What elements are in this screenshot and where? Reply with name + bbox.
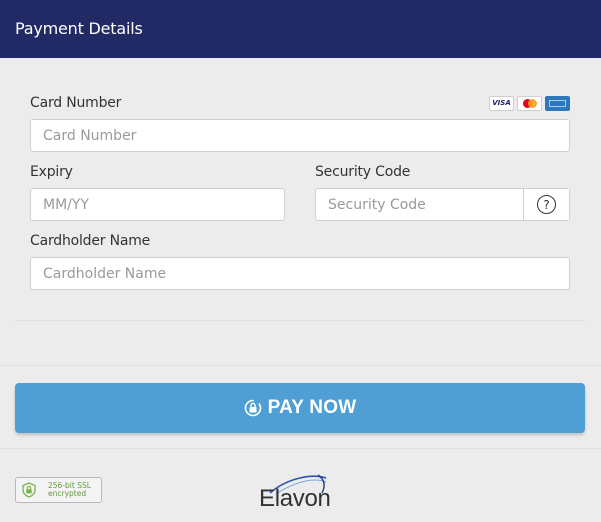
amex-inner-frame	[549, 100, 566, 107]
ssl-badge-text: 256-bit SSL encrypted	[48, 481, 91, 498]
expiry-label: Expiry	[30, 164, 73, 180]
footer: 256-bit SSL encrypted Elavon	[0, 448, 601, 522]
pay-now-label: PAY NOW	[267, 397, 357, 418]
payment-header: Payment Details	[0, 0, 601, 58]
security-code-group: ?	[315, 188, 570, 221]
cardholder-name-input[interactable]	[30, 257, 570, 290]
security-code-label: Security Code	[315, 164, 411, 180]
elavon-logo: Elavon	[256, 473, 346, 513]
pay-now-button[interactable]: PAY NOW	[15, 383, 585, 433]
ssl-badge: 256-bit SSL encrypted	[15, 477, 102, 503]
card-number-input[interactable]	[30, 119, 570, 152]
security-code-input[interactable]	[316, 189, 524, 220]
elavon-brand-text: Elavon	[259, 485, 331, 512]
expiry-input[interactable]	[30, 188, 285, 221]
mastercard-icon	[517, 96, 542, 111]
mastercard-orange-circle	[528, 99, 537, 108]
form-divider	[15, 320, 585, 321]
page-title: Payment Details	[15, 19, 143, 38]
security-code-help-button[interactable]: ?	[523, 189, 569, 220]
cardholder-name-label: Cardholder Name	[30, 233, 151, 249]
question-mark-icon: ?	[537, 195, 556, 214]
card-number-label: Card Number	[30, 95, 122, 111]
ssl-lock-icon	[22, 482, 36, 498]
visa-icon: VISA	[489, 96, 514, 111]
secure-lock-icon	[244, 399, 261, 417]
pay-section: PAY NOW	[0, 365, 601, 448]
accepted-cards: VISA	[489, 96, 570, 111]
visa-text: VISA	[492, 99, 511, 107]
amex-icon	[545, 96, 570, 111]
